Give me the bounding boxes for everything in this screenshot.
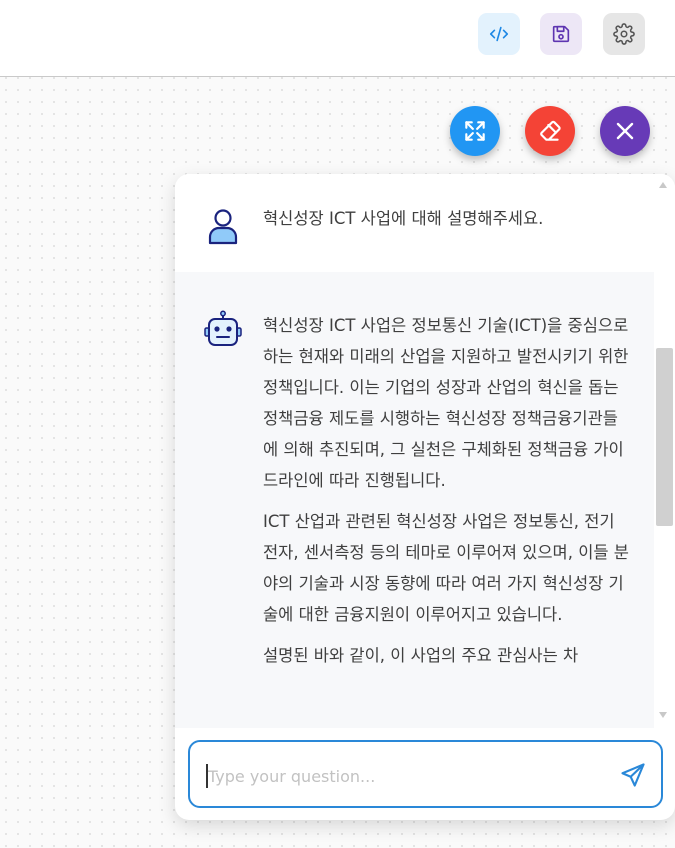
close-chat-button[interactable] [600,106,650,156]
save-button[interactable] [540,13,582,55]
save-icon [552,25,570,43]
message-list[interactable]: 혁신성장 ICT 사업에 대해 설명해주세요. 혁신성장 ICT 사업은 정보통… [175,174,654,728]
scrollbar-thumb[interactable] [656,348,673,526]
scroll-down-arrow-icon[interactable] [659,712,667,718]
text-caret [206,764,208,788]
send-button[interactable] [618,760,648,790]
clear-chat-button[interactable] [525,106,575,156]
chat-window: 혁신성장 ICT 사업에 대해 설명해주세요. 혁신성장 ICT 사업은 정보통… [175,174,675,820]
user-message: 혁신성장 ICT 사업에 대해 설명해주세요. [175,174,654,272]
close-icon [616,122,634,140]
question-input-box [188,740,663,808]
user-message-text: 혁신성장 ICT 사업에 대해 설명해주세요. [263,209,544,228]
eraser-icon [540,120,561,141]
code-view-button[interactable] [478,13,520,55]
bot-paragraph: 설명된 바와 같이, 이 사업의 주요 관심사는 차 [263,646,579,665]
user-avatar-icon [208,209,238,245]
bot-paragraph: ICT 산업과 관련된 혁신성장 사업은 정보통신, 전기전자, 센서측정 등의… [263,512,629,624]
expand-icon [465,121,485,141]
bot-paragraph: 혁신성장 ICT 사업은 정보통신 기술(ICT)을 중심으로 하는 현재와 미… [263,316,629,490]
gear-icon [613,23,635,45]
scroll-up-arrow-icon[interactable] [659,182,667,188]
bot-message: 혁신성장 ICT 사업은 정보통신 기술(ICT)을 중심으로 하는 현재와 미… [175,272,654,728]
code-icon [489,26,509,42]
top-toolbar [0,0,675,77]
expand-chat-button[interactable] [450,106,500,156]
robot-avatar-icon [204,310,242,346]
send-icon [621,763,645,787]
bot-message-text: 혁신성장 ICT 사업은 정보통신 기술(ICT)을 중심으로 하는 현재와 미… [263,310,629,681]
question-input[interactable] [206,760,600,792]
settings-button[interactable] [603,13,645,55]
